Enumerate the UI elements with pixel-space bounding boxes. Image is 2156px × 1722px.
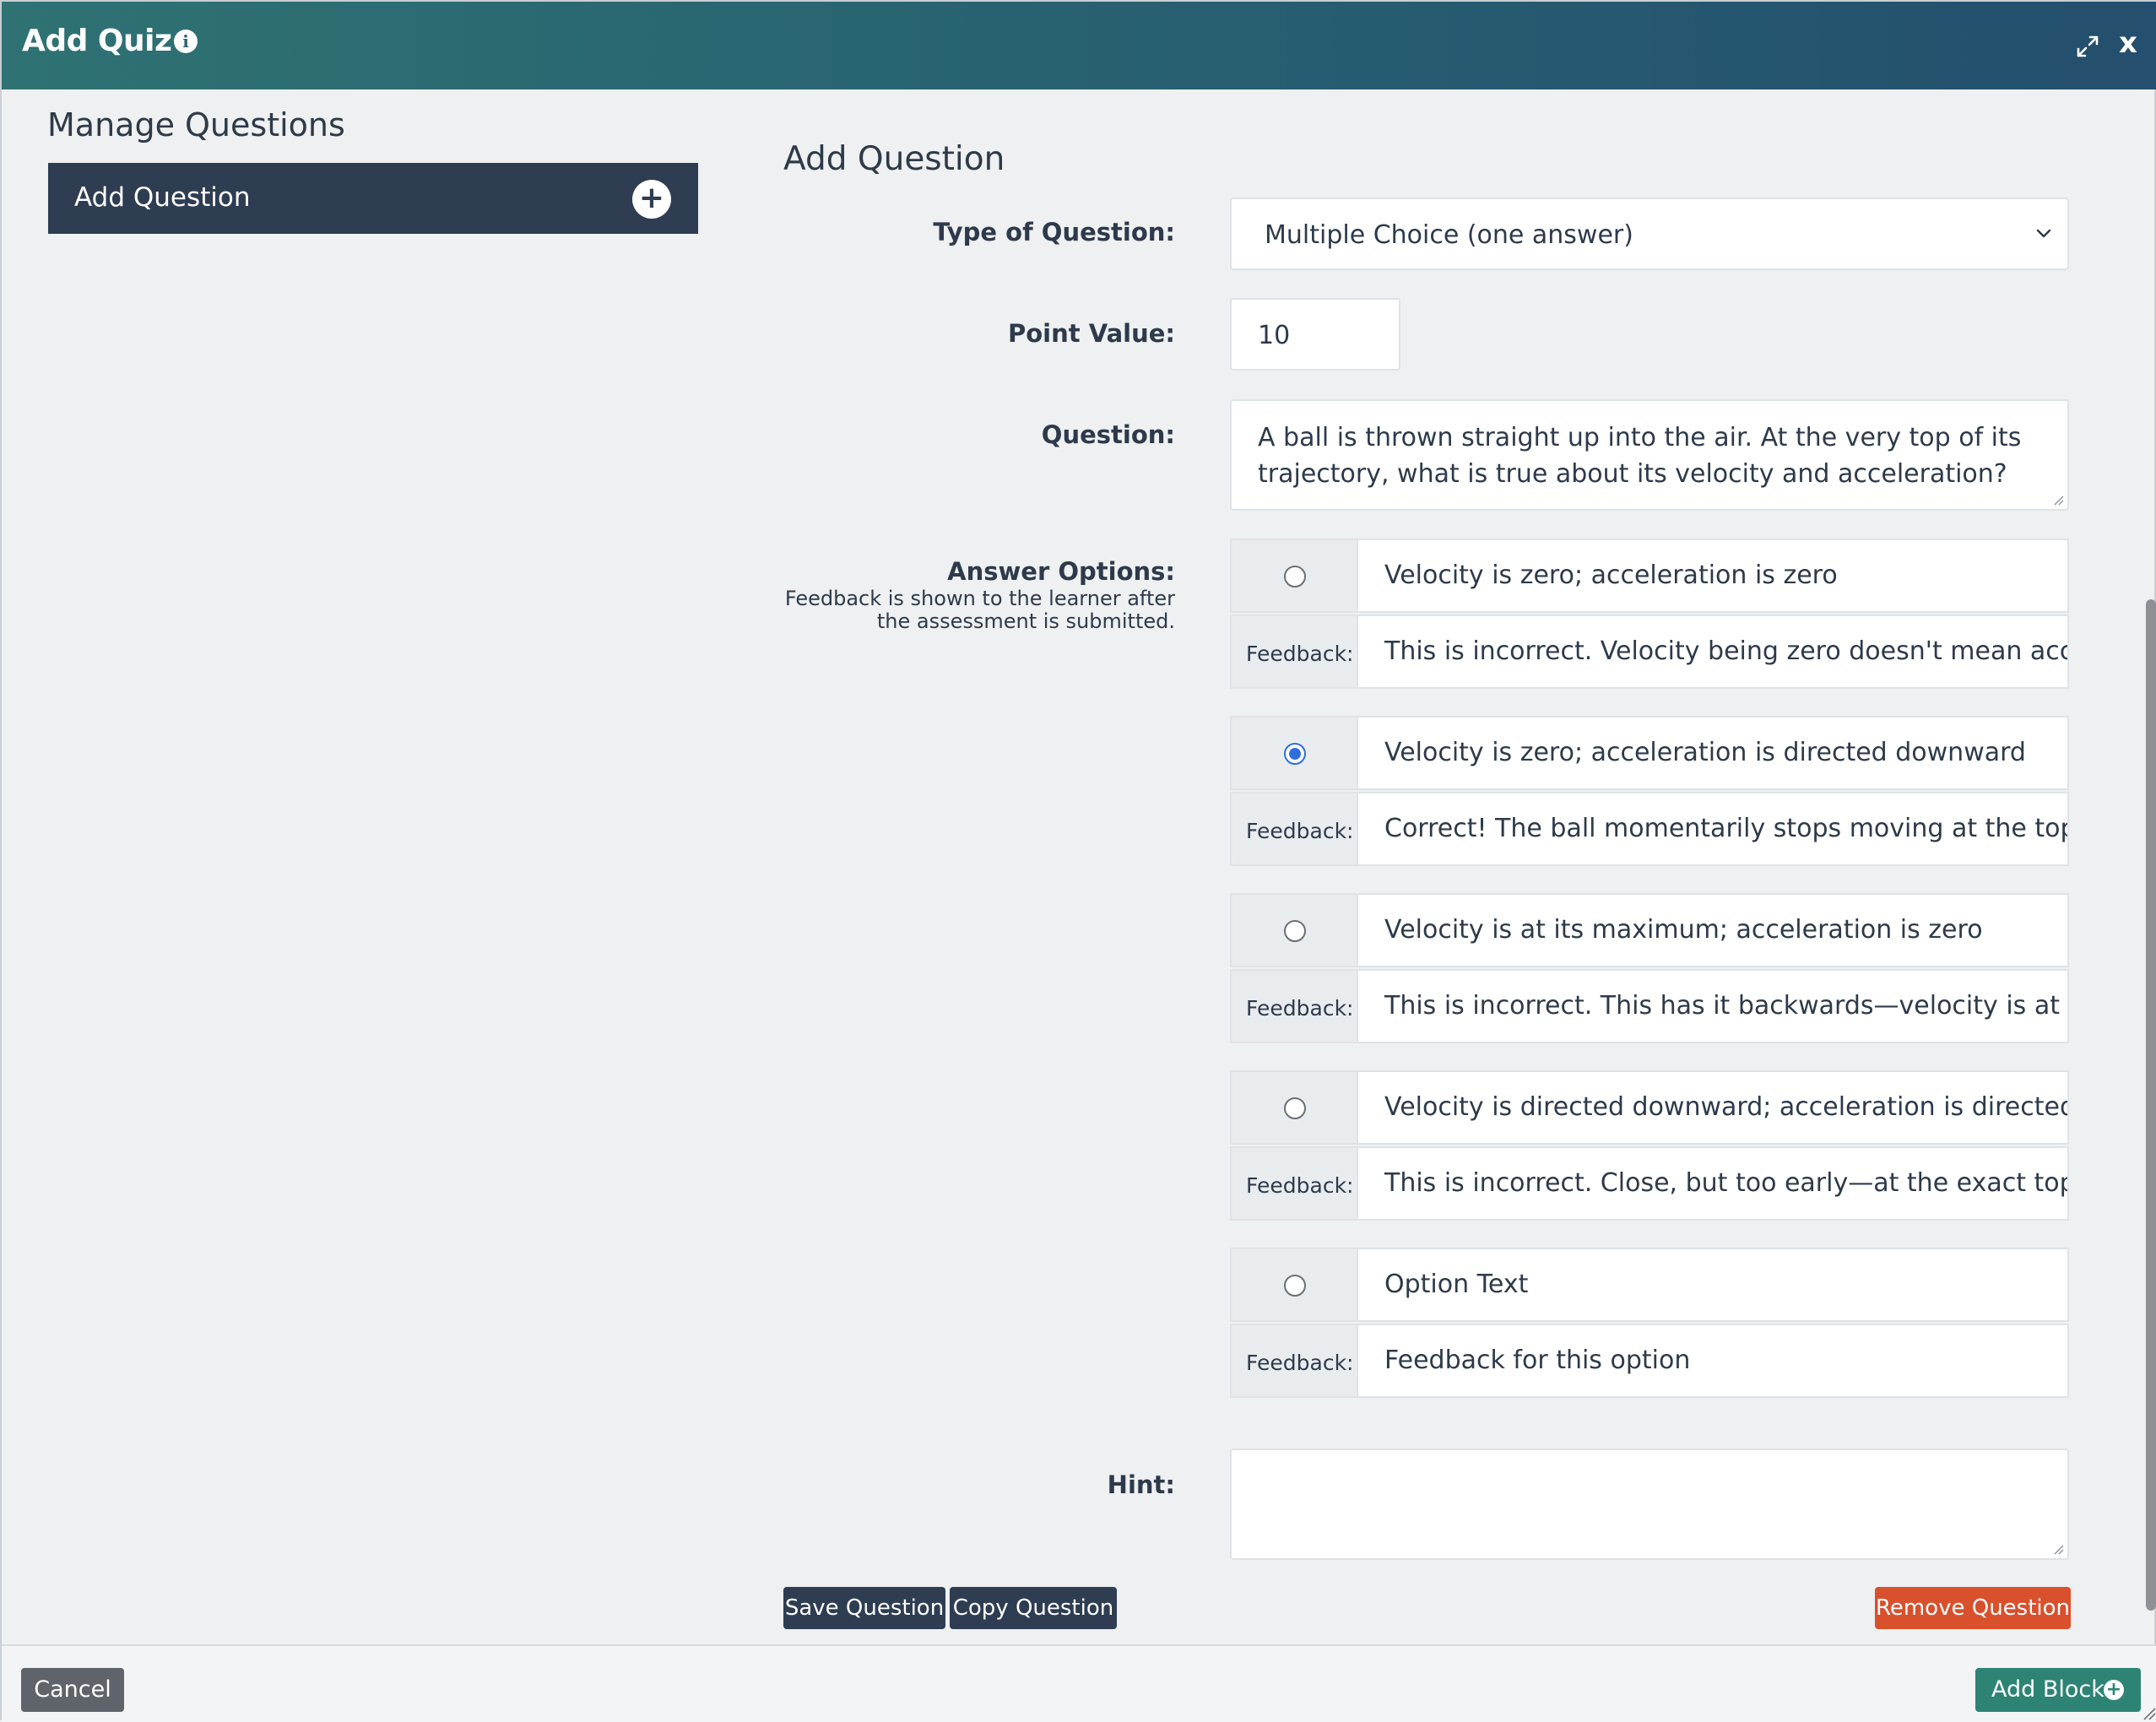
plus-circle-icon[interactable]: + [632, 180, 671, 219]
info-icon[interactable]: i [174, 30, 198, 53]
resize-handle-icon[interactable] [2141, 1705, 2156, 1720]
answer-options-label: Answer Options: [947, 557, 1175, 586]
feedback-label-cell: Feedback: [1230, 1146, 1358, 1221]
modal-header: Add Quiz i x [2, 2, 2156, 89]
resize-handle-icon[interactable] [2052, 1543, 2064, 1555]
modal-footer: Cancel Add Block + [2, 1644, 2156, 1722]
question-type-select[interactable]: Multiple Choice (one answer) [1230, 198, 2069, 270]
new-feedback-input[interactable]: Feedback for this option [1357, 1324, 2069, 1398]
answer-option-new: Option Text Feedback: Feedback for this … [1230, 1248, 2069, 1400]
add-block-label: Add Block [1991, 1676, 2105, 1703]
point-value-label: Point Value: [1007, 319, 1175, 348]
form-title: Add Question [783, 140, 1005, 178]
sidebar-item-add-question[interactable]: Add Question + [48, 163, 698, 234]
close-icon[interactable]: x [2119, 29, 2137, 57]
hint-label: Hint: [1107, 1470, 1175, 1499]
answer-option-4: Velocity is directed downward; accelerat… [1230, 1070, 2069, 1222]
feedback-label-cell: Feedback: [1230, 615, 1358, 689]
feedback-label-cell: Feedback: [1230, 792, 1358, 866]
feedback-label: Feedback: [1246, 642, 1354, 666]
vertical-scrollbar[interactable] [2146, 599, 2156, 1611]
hint-textarea[interactable] [1230, 1449, 2069, 1560]
radio-cell [1230, 893, 1358, 967]
option-text-input[interactable]: Velocity is at its maximum; acceleration… [1357, 893, 2069, 967]
save-question-button[interactable]: Save Question [783, 1587, 945, 1629]
option-radio[interactable] [1284, 1097, 1306, 1119]
option-text-input[interactable]: Velocity is directed downward; accelerat… [1357, 1070, 2069, 1145]
answer-options-help-2: the assessment is submitted. [876, 609, 1175, 633]
question-type-value: Multiple Choice (one answer) [1265, 220, 1633, 250]
option-radio[interactable] [1284, 920, 1306, 942]
cancel-button[interactable]: Cancel [21, 1668, 124, 1712]
feedback-label: Feedback: [1246, 996, 1354, 1021]
sidebar-title: Manage Questions [47, 106, 345, 144]
chevron-down-icon [2036, 229, 2051, 238]
answer-options-help-1: Feedback is shown to the learner after [784, 587, 1175, 610]
new-option-text-input[interactable]: Option Text [1357, 1248, 2069, 1322]
add-block-button[interactable]: Add Block + [1975, 1668, 2141, 1712]
question-textarea[interactable]: A ball is thrown straight up into the ai… [1230, 399, 2069, 511]
radio-cell [1230, 1070, 1358, 1145]
feedback-input[interactable]: This is incorrect. This has it backwards… [1357, 969, 2069, 1043]
type-of-question-label: Type of Question: [933, 218, 1175, 246]
radio-cell [1230, 1248, 1358, 1322]
option-text-input[interactable]: Velocity is zero; acceleration is direct… [1357, 716, 2069, 790]
expand-icon[interactable] [2075, 34, 2100, 59]
radio-cell [1230, 716, 1358, 790]
answer-option-2: Velocity is zero; acceleration is direct… [1230, 716, 2069, 868]
feedback-label-cell: Feedback: [1230, 1324, 1358, 1398]
question-text: A ball is thrown straight up into the ai… [1258, 423, 2022, 489]
feedback-input[interactable]: This is incorrect. Velocity being zero d… [1357, 615, 2069, 689]
question-label: Question: [1041, 420, 1175, 449]
option-text-input[interactable]: Velocity is zero; acceleration is zero [1357, 539, 2069, 613]
point-value-input[interactable]: 10 [1230, 298, 1400, 371]
option-radio-selected[interactable] [1284, 743, 1306, 765]
add-quiz-modal: Add Quiz i x Manage Questions Add Questi… [0, 0, 2156, 1722]
feedback-label: Feedback: [1246, 819, 1354, 843]
answer-option-3: Velocity is at its maximum; acceleration… [1230, 893, 2069, 1045]
modal-title: Add Quiz [22, 24, 172, 58]
radio-cell [1230, 539, 1358, 613]
feedback-input[interactable]: This is incorrect. Close, but too early—… [1357, 1146, 2069, 1221]
sidebar-item-label: Add Question [74, 182, 251, 213]
feedback-label-cell: Feedback: [1230, 969, 1358, 1043]
resize-handle-icon[interactable] [2052, 494, 2064, 506]
plus-circle-icon: + [2104, 1680, 2124, 1700]
option-radio[interactable] [1284, 1275, 1306, 1297]
feedback-input[interactable]: Correct! The ball momentarily stops movi… [1357, 792, 2069, 866]
feedback-label: Feedback: [1246, 1351, 1354, 1375]
feedback-label: Feedback: [1246, 1173, 1354, 1198]
remove-question-button[interactable]: Remove Question [1875, 1587, 2071, 1629]
copy-question-button[interactable]: Copy Question [950, 1587, 1117, 1629]
option-radio[interactable] [1284, 566, 1306, 588]
answer-option-1: Velocity is zero; acceleration is zero F… [1230, 539, 2069, 690]
